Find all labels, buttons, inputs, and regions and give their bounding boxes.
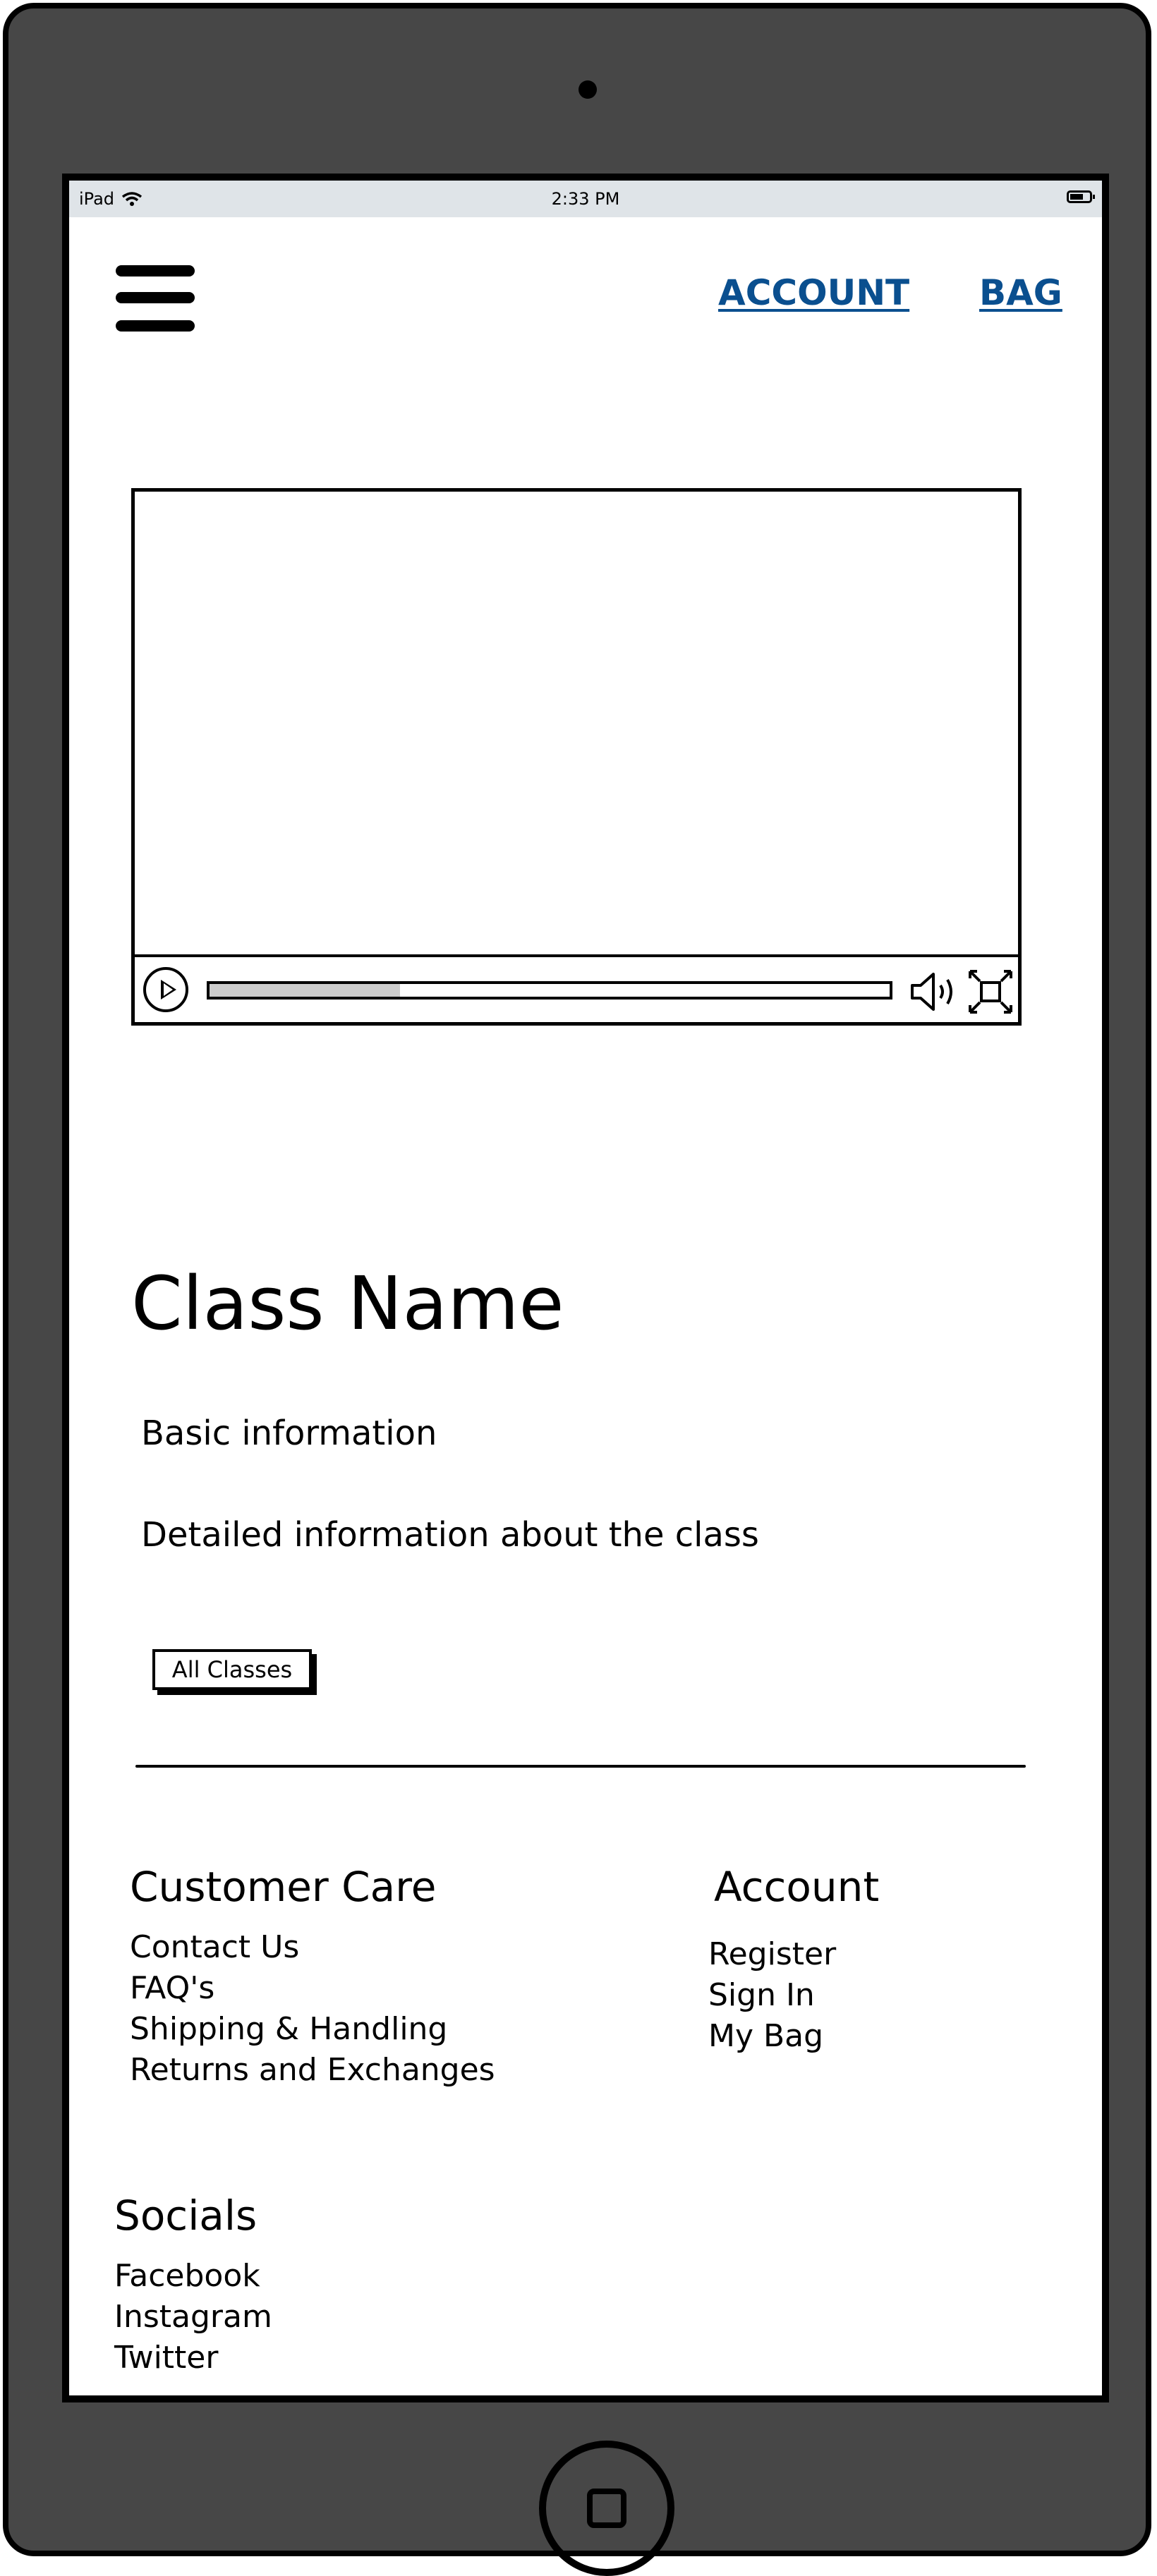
socials-links: Facebook Instagram Twitter (114, 2256, 272, 2378)
detailed-information: Detailed information about the class (141, 1515, 759, 1555)
sign-in-link[interactable]: Sign In (708, 1975, 836, 2016)
account-link[interactable]: ACCOUNT (718, 272, 909, 313)
play-button[interactable] (143, 967, 188, 1012)
video-controls (135, 954, 1018, 1022)
video-progress-bar[interactable] (207, 981, 892, 1000)
register-link[interactable]: Register (708, 1934, 836, 1975)
ipad-device-frame: iPad 2:33 PM ACCOUNT BAG Class Name Basi… (3, 3, 1151, 2576)
video-player[interactable] (131, 488, 1022, 1026)
video-progress-fill (210, 984, 400, 997)
account-heading: Account (714, 1863, 880, 1911)
fullscreen-icon[interactable] (967, 968, 1014, 1015)
customer-care-heading: Customer Care (130, 1863, 437, 1911)
bag-link[interactable]: BAG (979, 272, 1062, 313)
faq-link[interactable]: FAQ's (130, 1968, 495, 2009)
contact-us-link[interactable]: Contact Us (130, 1927, 495, 1968)
socials-heading: Socials (114, 2192, 258, 2240)
divider-top (135, 1765, 1026, 1768)
status-bar-time: 2:33 PM (551, 189, 620, 209)
volume-icon[interactable] (909, 970, 962, 1014)
battery-icon (1067, 190, 1095, 203)
basic-information: Basic information (141, 1414, 437, 1453)
camera-icon (578, 80, 597, 99)
shipping-handling-link[interactable]: Shipping & Handling (130, 2009, 495, 2050)
twitter-link[interactable]: Twitter (114, 2338, 272, 2378)
account-links: Register Sign In My Bag (708, 1934, 836, 2057)
returns-exchanges-link[interactable]: Returns and Exchanges (130, 2050, 495, 2091)
customer-care-links: Contact Us FAQ's Shipping & Handling Ret… (130, 1927, 495, 2091)
status-bar: iPad 2:33 PM (69, 181, 1102, 217)
class-title: Class Name (131, 1260, 564, 1347)
all-classes-button[interactable]: All Classes (152, 1649, 312, 1690)
my-bag-link[interactable]: My Bag (708, 2016, 836, 2057)
facebook-link[interactable]: Facebook (114, 2256, 272, 2297)
hamburger-menu-icon[interactable] (116, 265, 195, 332)
screen: iPad 2:33 PM ACCOUNT BAG Class Name Basi… (62, 174, 1109, 2402)
play-icon (161, 980, 176, 1000)
instagram-link[interactable]: Instagram (114, 2297, 272, 2338)
home-button[interactable] (539, 2441, 674, 2576)
home-button-icon (587, 2489, 626, 2528)
